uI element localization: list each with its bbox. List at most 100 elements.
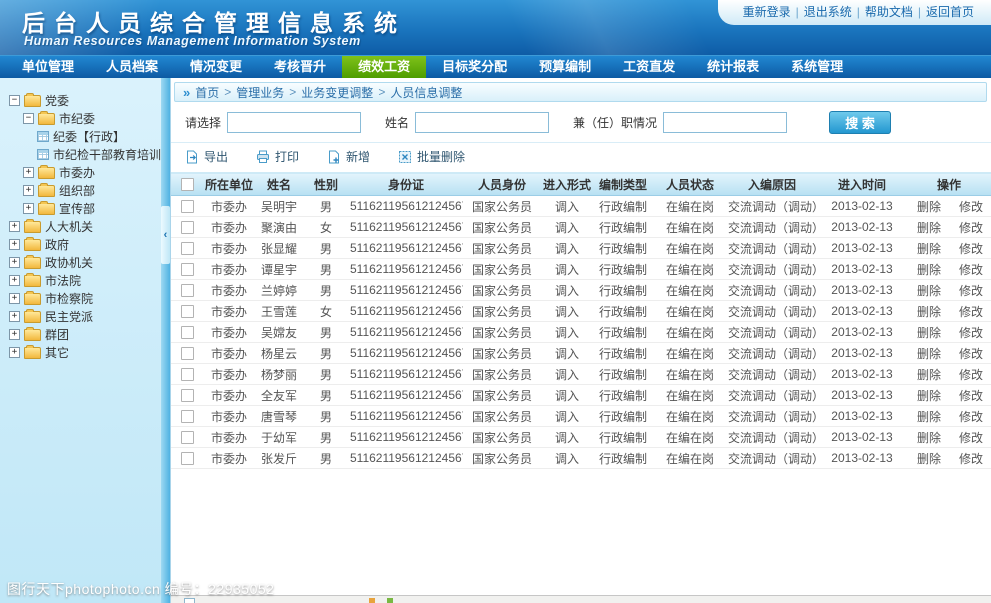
modify-link[interactable]: 修改 bbox=[959, 221, 983, 235]
nav-item-7[interactable]: 工资直发 bbox=[607, 56, 691, 78]
cell-identity: 国家公务员 bbox=[463, 280, 541, 301]
row-checkbox[interactable] bbox=[181, 368, 194, 381]
cell-staff_type: 行政编制 bbox=[593, 364, 653, 385]
quick-link-0[interactable]: 重新登录 bbox=[743, 5, 791, 19]
quick-link-2[interactable]: 帮助文档 bbox=[865, 5, 913, 19]
expand-node-icon[interactable]: + bbox=[23, 185, 34, 196]
breadcrumb-item-1[interactable]: 管理业务 bbox=[236, 84, 284, 101]
nav-item-3[interactable]: 考核晋升 bbox=[258, 56, 342, 78]
print-button[interactable]: 打印 bbox=[256, 148, 299, 165]
modify-link[interactable]: 修改 bbox=[959, 242, 983, 256]
quick-link-3[interactable]: 返回首页 bbox=[926, 5, 974, 19]
tree-item-8[interactable]: +政府 bbox=[0, 235, 161, 253]
nav-item-0[interactable]: 单位管理 bbox=[6, 56, 90, 78]
sidebar-collapse-button[interactable]: ‹ bbox=[161, 206, 170, 264]
row-checkbox[interactable] bbox=[181, 431, 194, 444]
collapse-node-icon[interactable]: − bbox=[23, 113, 34, 124]
row-checkbox[interactable] bbox=[181, 452, 194, 465]
expand-node-icon[interactable]: + bbox=[9, 239, 20, 250]
delete-link[interactable]: 删除 bbox=[917, 431, 941, 445]
tree-item-7[interactable]: +人大机关 bbox=[0, 217, 161, 235]
expand-node-icon[interactable]: + bbox=[9, 293, 20, 304]
nav-item-5[interactable]: 目标奖分配 bbox=[426, 56, 523, 78]
modify-link[interactable]: 修改 bbox=[959, 305, 983, 319]
delete-link[interactable]: 删除 bbox=[917, 221, 941, 235]
nav-item-4[interactable]: 绩效工资 bbox=[342, 56, 426, 78]
post-filter-input[interactable] bbox=[663, 112, 787, 133]
tree-item-13[interactable]: +群团 bbox=[0, 325, 161, 343]
row-checkbox[interactable] bbox=[181, 326, 194, 339]
delete-link[interactable]: 删除 bbox=[917, 368, 941, 382]
row-checkbox[interactable] bbox=[181, 221, 194, 234]
delete-link[interactable]: 删除 bbox=[917, 284, 941, 298]
modify-link[interactable]: 修改 bbox=[959, 326, 983, 340]
modify-link[interactable]: 修改 bbox=[959, 389, 983, 403]
tree-item-1[interactable]: −市纪委 bbox=[0, 109, 161, 127]
row-checkbox[interactable] bbox=[181, 305, 194, 318]
expand-node-icon[interactable]: + bbox=[9, 311, 20, 322]
delete-link[interactable]: 删除 bbox=[917, 347, 941, 361]
modify-link[interactable]: 修改 bbox=[959, 284, 983, 298]
add-button[interactable]: 新增 bbox=[327, 148, 370, 165]
nav-item-1[interactable]: 人员档案 bbox=[90, 56, 174, 78]
name-filter-input[interactable] bbox=[415, 112, 549, 133]
delete-link[interactable]: 删除 bbox=[917, 305, 941, 319]
cell-operations: 删除 修改 bbox=[907, 238, 991, 259]
modify-link[interactable]: 修改 bbox=[959, 431, 983, 445]
modify-link[interactable]: 修改 bbox=[959, 347, 983, 361]
tree-item-12[interactable]: + 民主党派 bbox=[0, 307, 161, 325]
row-checkbox[interactable] bbox=[181, 284, 194, 297]
expand-node-icon[interactable]: + bbox=[9, 347, 20, 358]
modify-link[interactable]: 修改 bbox=[959, 368, 983, 382]
delete-link[interactable]: 删除 bbox=[917, 263, 941, 277]
tree-item-5[interactable]: +组织部 bbox=[0, 181, 161, 199]
expand-node-icon[interactable]: + bbox=[9, 275, 20, 286]
tree-item-10[interactable]: +市法院 bbox=[0, 271, 161, 289]
delete-link[interactable]: 删除 bbox=[917, 452, 941, 466]
tree-item-0[interactable]: −党委 bbox=[0, 91, 161, 109]
collapse-node-icon[interactable]: − bbox=[9, 95, 20, 106]
row-checkbox[interactable] bbox=[181, 347, 194, 360]
expand-node-icon[interactable]: + bbox=[23, 203, 34, 214]
row-checkbox[interactable] bbox=[181, 410, 194, 423]
expand-node-icon[interactable]: + bbox=[9, 221, 20, 232]
delete-link[interactable]: 删除 bbox=[917, 326, 941, 340]
tree-item-2[interactable]: 纪委【行政】 bbox=[0, 127, 161, 145]
export-button[interactable]: 导出 bbox=[185, 148, 228, 165]
expand-node-icon[interactable]: + bbox=[9, 329, 20, 340]
tree-item-label: 民主党派 bbox=[45, 308, 93, 325]
row-checkbox[interactable] bbox=[181, 200, 194, 213]
delete-link[interactable]: 删除 bbox=[917, 389, 941, 403]
nav-item-6[interactable]: 预算编制 bbox=[523, 56, 607, 78]
nav-item-9[interactable]: 系统管理 bbox=[775, 56, 859, 78]
tree-item-6[interactable]: +宣传部 bbox=[0, 199, 161, 217]
row-checkbox[interactable] bbox=[181, 389, 194, 402]
cell-operations: 删除 修改 bbox=[907, 301, 991, 322]
delete-link[interactable]: 删除 bbox=[917, 200, 941, 214]
modify-link[interactable]: 修改 bbox=[959, 452, 983, 466]
delete-link[interactable]: 删除 bbox=[917, 242, 941, 256]
batch-delete-button[interactable]: 批量删除 bbox=[398, 148, 465, 165]
expand-node-icon[interactable]: + bbox=[9, 257, 20, 268]
select-filter-input[interactable] bbox=[227, 112, 361, 133]
select-all-checkbox[interactable] bbox=[181, 178, 194, 191]
modify-link[interactable]: 修改 bbox=[959, 200, 983, 214]
tree-item-14[interactable]: +其它 bbox=[0, 343, 161, 361]
tree-item-9[interactable]: +政协机关 bbox=[0, 253, 161, 271]
breadcrumb-item-3[interactable]: 人员信息调整 bbox=[390, 84, 462, 101]
modify-link[interactable]: 修改 bbox=[959, 410, 983, 424]
breadcrumb-item-2[interactable]: 业务变更调整 bbox=[301, 84, 373, 101]
modify-link[interactable]: 修改 bbox=[959, 263, 983, 277]
tree-item-11[interactable]: +市检察院 bbox=[0, 289, 161, 307]
nav-item-2[interactable]: 情况变更 bbox=[174, 56, 258, 78]
nav-item-8[interactable]: 统计报表 bbox=[691, 56, 775, 78]
breadcrumb-item-0[interactable]: 首页 bbox=[195, 84, 219, 101]
tree-item-3[interactable]: 市纪检干部教育培训中心 bbox=[0, 145, 161, 163]
row-checkbox[interactable] bbox=[181, 242, 194, 255]
row-checkbox[interactable] bbox=[181, 263, 194, 276]
search-button[interactable]: 搜 索 bbox=[829, 111, 891, 134]
delete-link[interactable]: 删除 bbox=[917, 410, 941, 424]
tree-item-4[interactable]: +市委办 bbox=[0, 163, 161, 181]
expand-node-icon[interactable]: + bbox=[23, 167, 34, 178]
quick-link-1[interactable]: 退出系统 bbox=[804, 5, 852, 19]
